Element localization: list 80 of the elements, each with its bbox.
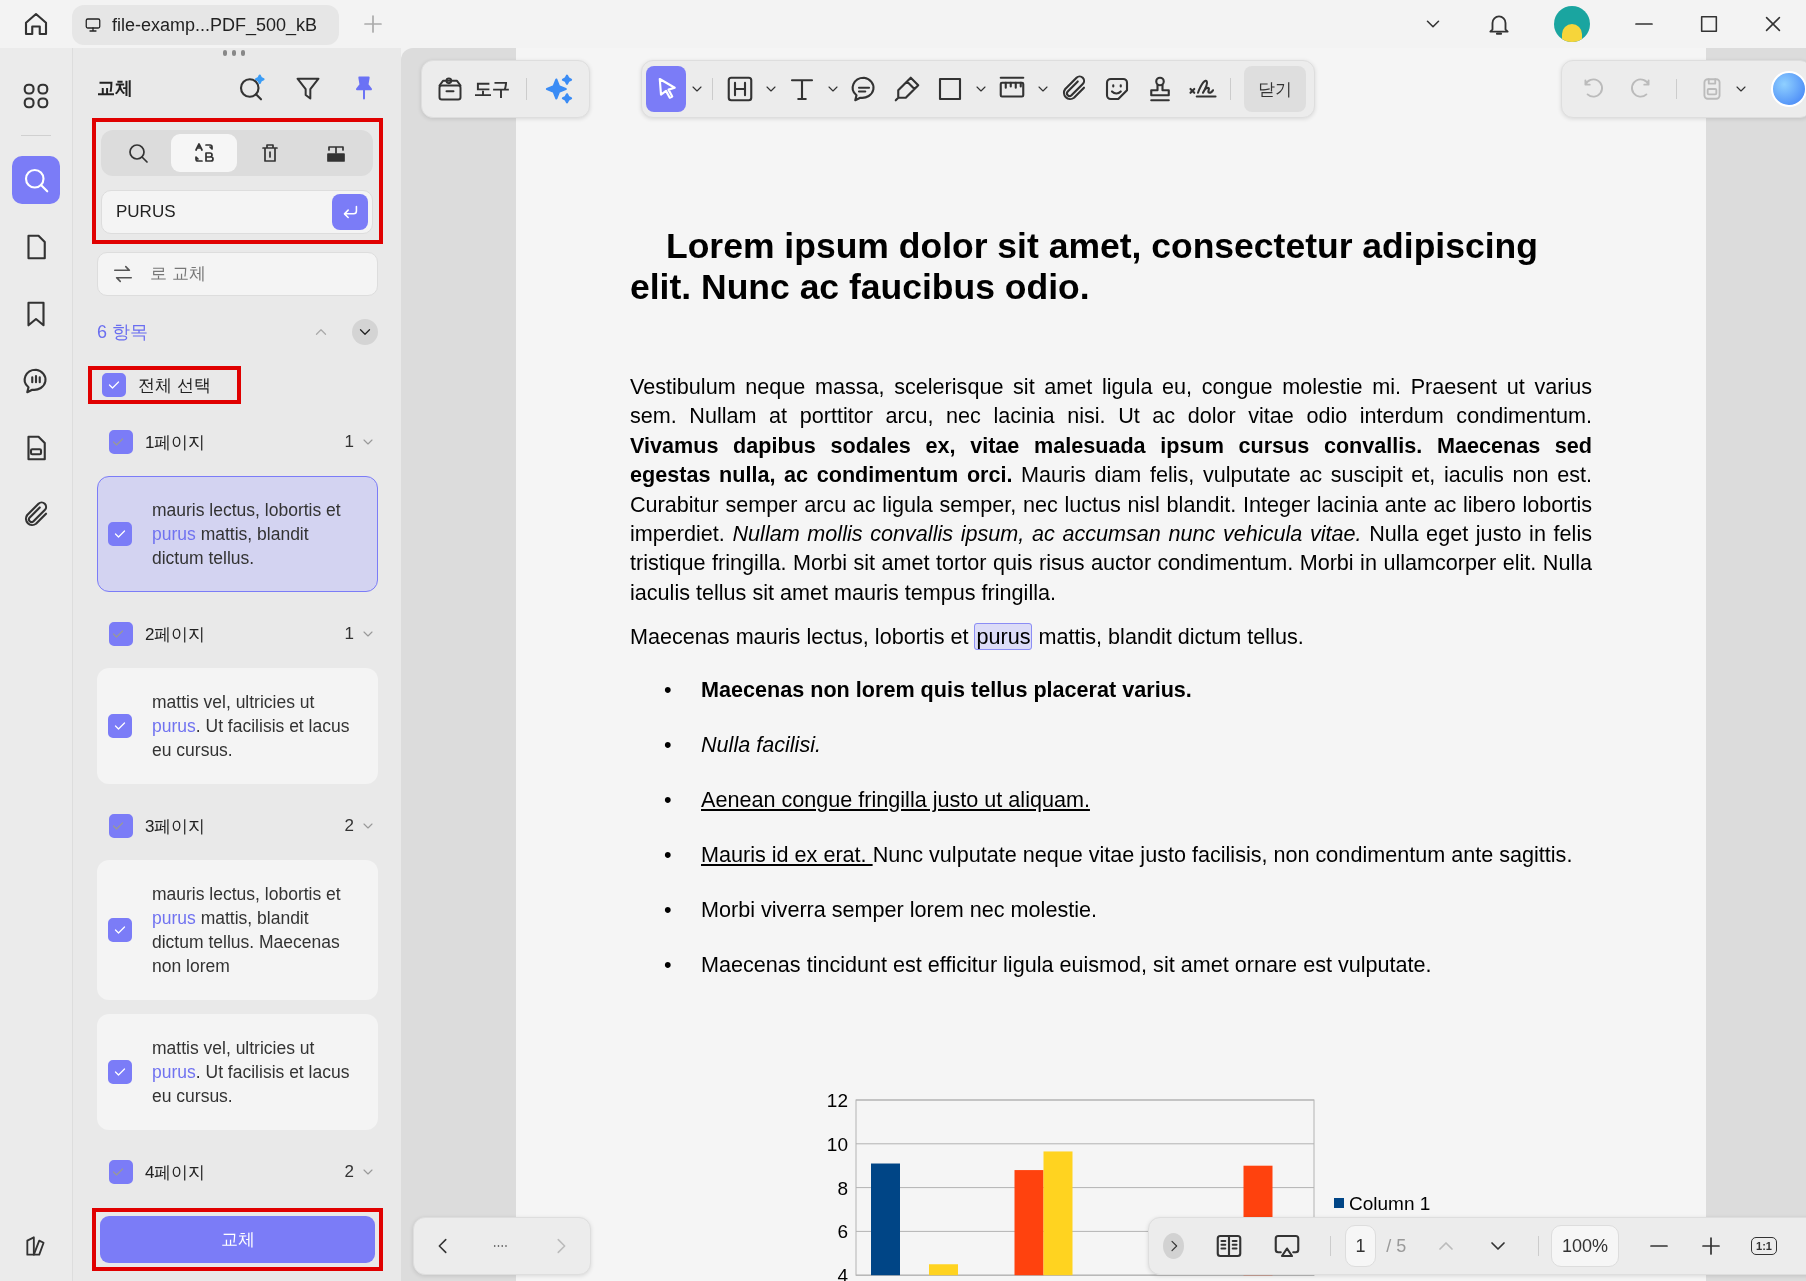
document-tab[interactable]: file-examp...PDF_500_kB bbox=[72, 5, 340, 45]
checkbox[interactable] bbox=[109, 814, 133, 838]
search-icon bbox=[126, 141, 150, 165]
panel-title: 교체 bbox=[97, 77, 134, 100]
replace-bar[interactable]: 로 교체 bbox=[97, 252, 378, 296]
result-card[interactable]: mauris lectus, lobortis et purus mattis, blandit dictum tellus. bbox=[97, 476, 378, 592]
legend-label: Column 1 bbox=[1349, 1192, 1431, 1214]
bullet-marker: • bbox=[664, 676, 672, 702]
tools-label[interactable]: 도구 bbox=[474, 77, 510, 101]
body-paragraph: Maecenas mauris lectus, lobortis et purus mattis, blandit dictum tellus. bbox=[630, 622, 1305, 652]
drag-handle[interactable] bbox=[223, 50, 245, 56]
replace-field[interactable]: 로 교체 bbox=[150, 254, 373, 294]
match-count: 2 bbox=[344, 816, 354, 836]
legend-item: Column 1 bbox=[1334, 1192, 1431, 1214]
axis-tick-label: 8 bbox=[837, 1177, 848, 1199]
page-group-label[interactable]: 2페이지 bbox=[145, 622, 333, 646]
result-card[interactable]: mattis vel, ultricies ut purus. Ut facilisis et lacus eu cursus. bbox=[97, 668, 378, 784]
bullet-marker: • bbox=[664, 786, 672, 812]
bullet-item: Aenean congue fringilla justo ut aliquam. bbox=[701, 785, 1090, 814]
bullet-marker: • bbox=[664, 731, 672, 757]
monitor-icon bbox=[84, 16, 102, 34]
page-group-label[interactable]: 4페이지 bbox=[145, 1160, 333, 1184]
match-count: 1 bbox=[344, 432, 354, 452]
result-snippet: mauris lectus, lobortis et purus mattis, blandit dictum tellus. Maecenas non lorem bbox=[152, 883, 342, 978]
heading-icon[interactable] bbox=[725, 74, 755, 104]
match-count: 2 bbox=[344, 1162, 354, 1182]
body-paragraph: Vestibulum neque massa, scelerisque sit amet ligula eu, congue molestie mi. Praesent ut varius sem. Nullam at porttitor arcu, nec lacinia nisi. Ut ac dolor vitae odio interdum condimentum. Vivamus dapibus sodales ex, vitae malesuada ipsum cursus convallis. Maecenas sed egestas nulla, ac condimentum orci. Mauris diam felis, vulputate ac suscipit et, iaculis non est. Curabitur semper arcu ac ligula semper, nec luctus nisl blandit. Integer lacinia ante ac libero lobortis imperdiet. Nullam mollis convallis ipsum, ac accumsan nunc vehicula vitae. Nulla eget justo in felis tristique fringilla. Morbi sit amet tortor quis risus auctor condimentum. Morbi in ullamcorper elit. Nulla iaculis tellus sit amet mauris tempus fringilla. bbox=[630, 373, 1592, 607]
checkbox[interactable] bbox=[109, 622, 133, 646]
actual-size-button[interactable]: 1:1 bbox=[1751, 1237, 1777, 1255]
bullet-item: Maecenas non lorem quis tellus placerat varius. bbox=[701, 675, 1192, 704]
replace-icon bbox=[192, 141, 216, 165]
checkbox[interactable] bbox=[108, 714, 132, 738]
search-field[interactable]: PURUS bbox=[116, 192, 332, 232]
close-button[interactable]: 닫기 bbox=[1244, 66, 1306, 112]
result-snippet: mattis vel, ultricies ut purus. Ut facilisis et lacus eu cursus. bbox=[152, 691, 351, 762]
next-result-button[interactable] bbox=[352, 319, 378, 345]
apps-icon[interactable] bbox=[21, 81, 51, 111]
swap-icon bbox=[112, 263, 134, 285]
bullet-item: Maecenas tincidunt est efficitur ligula euismod, sit amet ornare est vulputate. bbox=[701, 950, 1432, 979]
page-group-label[interactable]: 3페이지 bbox=[145, 814, 333, 838]
bullet-marker: • bbox=[664, 841, 672, 867]
mode-tab[interactable] bbox=[171, 134, 237, 172]
bullet-item: Nulla facilisi. bbox=[701, 730, 821, 759]
sparkle-icon[interactable] bbox=[543, 73, 575, 105]
pen-icon[interactable] bbox=[892, 74, 922, 104]
avatar[interactable] bbox=[1554, 6, 1590, 42]
checkbox[interactable] bbox=[108, 522, 132, 546]
page-number-field[interactable]: 1 bbox=[1344, 1225, 1377, 1267]
rail-item[interactable] bbox=[12, 156, 60, 204]
maximize-icon[interactable] bbox=[1698, 13, 1720, 35]
toolbox-icon bbox=[436, 75, 464, 103]
checkbox[interactable] bbox=[109, 430, 133, 454]
expand-button[interactable] bbox=[1163, 1233, 1185, 1259]
result-card[interactable]: mattis vel, ultricies ut purus. Ut facilisis et lacus eu cursus. bbox=[97, 1014, 378, 1130]
search-bar[interactable]: PURUS bbox=[101, 190, 373, 234]
checkbox[interactable] bbox=[108, 1060, 132, 1084]
checkbox[interactable] bbox=[109, 1160, 133, 1184]
match-count: 1 bbox=[344, 624, 354, 644]
result-snippet: mauris lectus, lobortis et purus mattis, blandit dictum tellus. bbox=[152, 499, 342, 570]
bar bbox=[929, 1263, 958, 1275]
result-count: 6 항목 bbox=[97, 321, 149, 344]
ai-assistant-button[interactable] bbox=[1771, 71, 1806, 107]
axis-tick-label: 6 bbox=[837, 1221, 848, 1243]
axis-tick-label: 12 bbox=[826, 1089, 848, 1111]
axis-tick-label: 4 bbox=[837, 1264, 848, 1281]
document-heading: Lorem ipsum dolor sit amet, consectetur adipiscing elit. Nunc ac faucibus odio. bbox=[630, 226, 1539, 308]
result-card[interactable]: mauris lectus, lobortis et purus mattis, blandit dictum tellus. Maecenas non lorem bbox=[97, 860, 378, 1000]
page-total: / 5 bbox=[1386, 1235, 1407, 1257]
select-all-label: 전체 선택 bbox=[138, 374, 211, 397]
page-group-label[interactable]: 1페이지 bbox=[145, 430, 333, 454]
checkbox[interactable] bbox=[108, 918, 132, 942]
search-submit-button[interactable] bbox=[332, 194, 368, 230]
zoom-field[interactable]: 100% bbox=[1551, 1225, 1620, 1267]
bullet-marker: • bbox=[664, 951, 672, 977]
bullet-marker: • bbox=[664, 896, 672, 922]
result-snippet: mattis vel, ultricies ut purus. Ut facilisis et lacus eu cursus. bbox=[152, 1037, 351, 1108]
bullet-item: Mauris id ex erat. Nunc vulputate neque vitae justo facilisis, non condimentum ante sagittis. bbox=[701, 840, 1573, 869]
checkbox[interactable] bbox=[102, 373, 126, 397]
axis-tick-label: 10 bbox=[826, 1133, 848, 1155]
bullet-item: Morbi viverra semper lorem nec molestie. bbox=[701, 895, 1097, 924]
